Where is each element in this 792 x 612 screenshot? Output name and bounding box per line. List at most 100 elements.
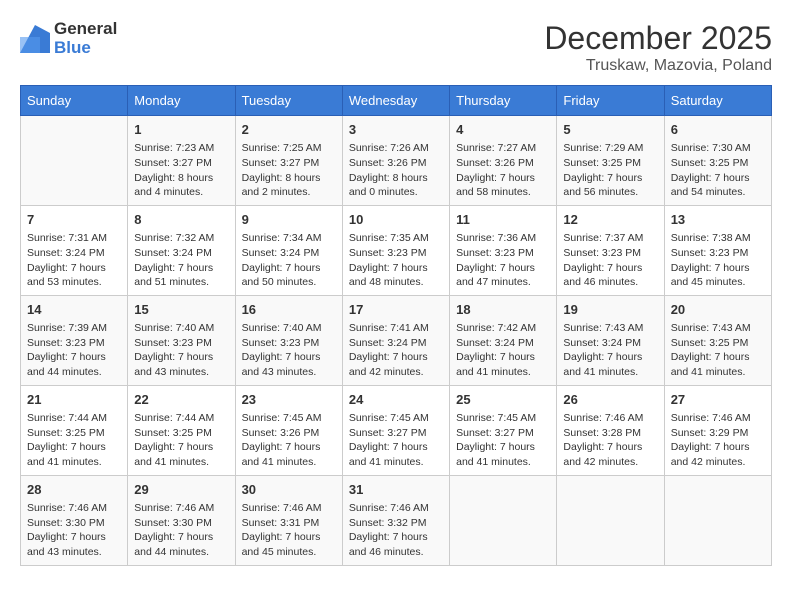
day-cell [664, 475, 771, 565]
day-cell: 25Sunrise: 7:45 AMSunset: 3:27 PMDayligh… [450, 385, 557, 475]
day-info-line: Daylight: 7 hours [242, 261, 336, 276]
day-info-line: Daylight: 7 hours [134, 440, 228, 455]
day-number: 26 [563, 391, 657, 409]
day-number: 5 [563, 121, 657, 139]
day-info-line: Sunset: 3:23 PM [456, 246, 550, 261]
day-info-line: Sunrise: 7:37 AM [563, 231, 657, 246]
day-info-line: Sunset: 3:30 PM [27, 516, 121, 531]
day-info-line: Sunset: 3:23 PM [671, 246, 765, 261]
header-cell-thursday: Thursday [450, 86, 557, 116]
day-info-line: Sunrise: 7:46 AM [134, 501, 228, 516]
day-info-line: and 41 minutes. [563, 365, 657, 380]
day-info-line: and 42 minutes. [671, 455, 765, 470]
day-cell: 14Sunrise: 7:39 AMSunset: 3:23 PMDayligh… [21, 295, 128, 385]
day-info-line: Sunrise: 7:45 AM [242, 411, 336, 426]
calendar-header: SundayMondayTuesdayWednesdayThursdayFrid… [21, 86, 772, 116]
day-info-line: Sunset: 3:23 PM [349, 246, 443, 261]
day-info-line: Daylight: 8 hours [134, 171, 228, 186]
day-info-line: Sunset: 3:26 PM [456, 156, 550, 171]
day-number: 22 [134, 391, 228, 409]
day-cell: 31Sunrise: 7:46 AMSunset: 3:32 PMDayligh… [342, 475, 449, 565]
day-info-line: Sunrise: 7:34 AM [242, 231, 336, 246]
header-row: SundayMondayTuesdayWednesdayThursdayFrid… [21, 86, 772, 116]
day-info-line: and 46 minutes. [563, 275, 657, 290]
day-info-line: and 4 minutes. [134, 185, 228, 200]
day-info-line: Daylight: 7 hours [134, 350, 228, 365]
day-number: 8 [134, 211, 228, 229]
day-cell: 30Sunrise: 7:46 AMSunset: 3:31 PMDayligh… [235, 475, 342, 565]
day-number: 7 [27, 211, 121, 229]
day-info-line: Sunset: 3:25 PM [134, 426, 228, 441]
day-info-line: and 41 minutes. [242, 455, 336, 470]
day-info-line: and 45 minutes. [242, 545, 336, 560]
day-info-line: and 47 minutes. [456, 275, 550, 290]
day-info-line: and 41 minutes. [27, 455, 121, 470]
day-info-line: Sunrise: 7:43 AM [563, 321, 657, 336]
day-cell [557, 475, 664, 565]
day-info-line: and 44 minutes. [27, 365, 121, 380]
day-info-line: Sunset: 3:24 PM [27, 246, 121, 261]
day-info-line: Daylight: 7 hours [242, 530, 336, 545]
day-info-line: Sunset: 3:27 PM [134, 156, 228, 171]
day-info-line: Daylight: 8 hours [349, 171, 443, 186]
day-number: 24 [349, 391, 443, 409]
logo-blue: Blue [54, 39, 117, 58]
day-number: 18 [456, 301, 550, 319]
day-cell: 16Sunrise: 7:40 AMSunset: 3:23 PMDayligh… [235, 295, 342, 385]
day-number: 25 [456, 391, 550, 409]
day-info-line: Sunset: 3:27 PM [456, 426, 550, 441]
day-info-line: Sunset: 3:23 PM [27, 336, 121, 351]
day-info-line: Daylight: 7 hours [27, 350, 121, 365]
day-number: 29 [134, 481, 228, 499]
day-number: 19 [563, 301, 657, 319]
day-info-line: Sunset: 3:28 PM [563, 426, 657, 441]
day-cell: 9Sunrise: 7:34 AMSunset: 3:24 PMDaylight… [235, 205, 342, 295]
calendar-table: SundayMondayTuesdayWednesdayThursdayFrid… [20, 85, 772, 566]
day-info-line: and 43 minutes. [134, 365, 228, 380]
day-info-line: Sunrise: 7:44 AM [134, 411, 228, 426]
day-cell: 19Sunrise: 7:43 AMSunset: 3:24 PMDayligh… [557, 295, 664, 385]
day-info-line: Sunrise: 7:41 AM [349, 321, 443, 336]
day-info-line: Sunrise: 7:27 AM [456, 141, 550, 156]
day-info-line: Sunrise: 7:31 AM [27, 231, 121, 246]
day-info-line: Daylight: 7 hours [671, 350, 765, 365]
day-info-line: and 41 minutes. [671, 365, 765, 380]
day-number: 10 [349, 211, 443, 229]
day-info-line: Daylight: 7 hours [456, 350, 550, 365]
day-cell: 24Sunrise: 7:45 AMSunset: 3:27 PMDayligh… [342, 385, 449, 475]
day-info-line: Sunset: 3:25 PM [27, 426, 121, 441]
day-info-line: and 45 minutes. [671, 275, 765, 290]
day-info-line: Sunrise: 7:42 AM [456, 321, 550, 336]
day-info-line: and 48 minutes. [349, 275, 443, 290]
day-info-line: and 41 minutes. [456, 365, 550, 380]
day-info-line: Sunrise: 7:46 AM [671, 411, 765, 426]
day-cell: 8Sunrise: 7:32 AMSunset: 3:24 PMDaylight… [128, 205, 235, 295]
day-info-line: and 56 minutes. [563, 185, 657, 200]
week-row-5: 28Sunrise: 7:46 AMSunset: 3:30 PMDayligh… [21, 475, 772, 565]
day-info-line: Daylight: 7 hours [27, 440, 121, 455]
day-cell: 17Sunrise: 7:41 AMSunset: 3:24 PMDayligh… [342, 295, 449, 385]
day-number: 6 [671, 121, 765, 139]
calendar-body: 1Sunrise: 7:23 AMSunset: 3:27 PMDaylight… [21, 116, 772, 566]
week-row-3: 14Sunrise: 7:39 AMSunset: 3:23 PMDayligh… [21, 295, 772, 385]
day-cell: 4Sunrise: 7:27 AMSunset: 3:26 PMDaylight… [450, 116, 557, 206]
day-info-line: Daylight: 7 hours [349, 440, 443, 455]
logo: General Blue [20, 20, 117, 57]
day-cell: 2Sunrise: 7:25 AMSunset: 3:27 PMDaylight… [235, 116, 342, 206]
day-info-line: and 51 minutes. [134, 275, 228, 290]
day-info-line: Daylight: 7 hours [671, 261, 765, 276]
day-info-line: Sunset: 3:26 PM [349, 156, 443, 171]
day-info-line: Sunset: 3:23 PM [242, 336, 336, 351]
day-info-line: Daylight: 7 hours [242, 350, 336, 365]
day-info-line: and 42 minutes. [349, 365, 443, 380]
day-cell: 22 Sunrise: 7:44 AMSunset: 3:25 PMDayligh… [128, 385, 235, 475]
day-info-line: Sunrise: 7:44 AM [27, 411, 121, 426]
header-cell-monday: Monday [128, 86, 235, 116]
day-info-line: Sunset: 3:31 PM [242, 516, 336, 531]
page-header: General Blue December 2025 Truskaw, Mazo… [20, 20, 772, 75]
header-cell-sunday: Sunday [21, 86, 128, 116]
day-info-line: Daylight: 7 hours [349, 530, 443, 545]
week-row-1: 1Sunrise: 7:23 AMSunset: 3:27 PMDaylight… [21, 116, 772, 206]
day-info-line: Sunset: 3:25 PM [563, 156, 657, 171]
day-info-line: Daylight: 7 hours [27, 261, 121, 276]
